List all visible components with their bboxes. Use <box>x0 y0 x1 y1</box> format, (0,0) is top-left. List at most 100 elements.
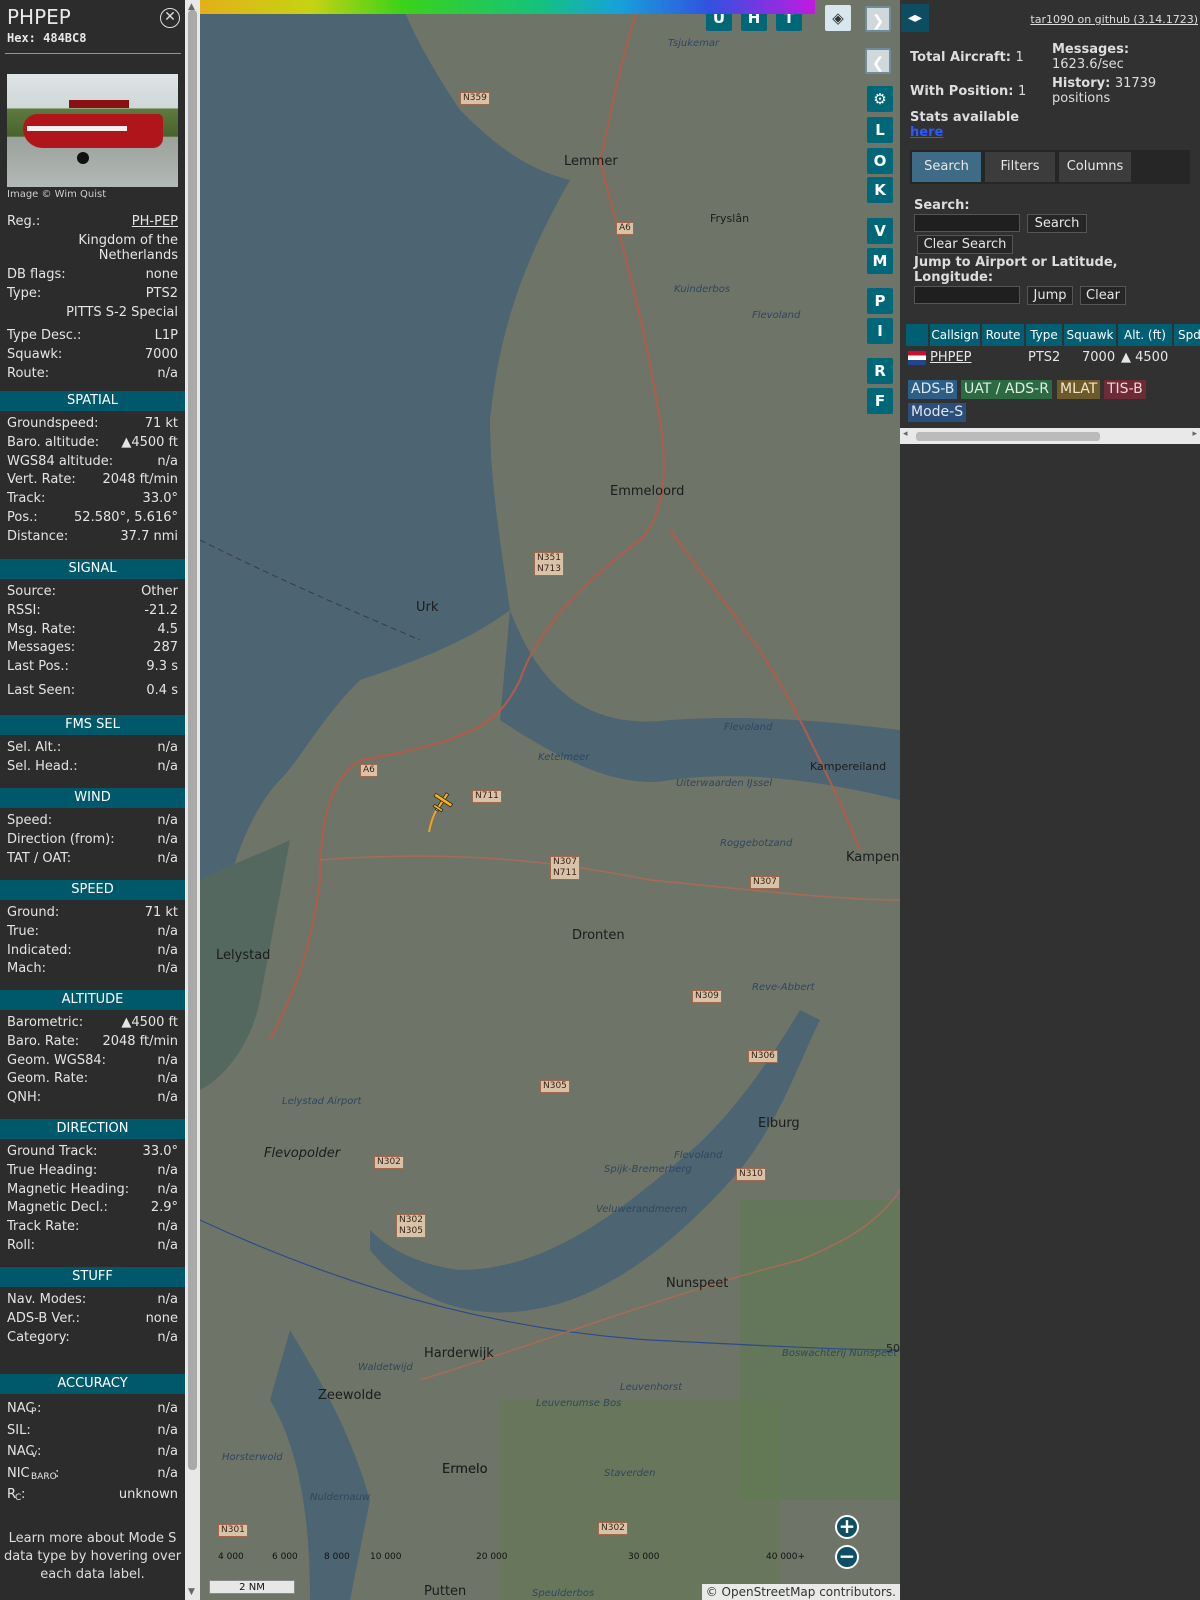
map-place-label: Reve-Abbert <box>752 982 815 993</box>
info-label[interactable]: TAT / OAT: <box>7 851 71 866</box>
aircraft-photo[interactable] <box>7 74 178 187</box>
info-label[interactable]: Magnetic Heading: <box>7 1182 129 1197</box>
info-label[interactable]: SIL: <box>7 1423 31 1438</box>
info-label[interactable]: Baro. Rate: <box>7 1034 79 1049</box>
stats-link[interactable]: here <box>910 125 943 140</box>
chevron-right-icon[interactable]: ❯ <box>865 6 891 32</box>
road-sign: N711 <box>472 790 502 803</box>
map-button-m[interactable]: M <box>867 248 893 274</box>
section-spatial: SPATIAL <box>0 391 185 411</box>
tab-filters[interactable]: Filters <box>985 152 1055 182</box>
info-label[interactable]: Last Seen: <box>7 683 75 698</box>
info-label[interactable]: Last Pos.: <box>7 659 69 674</box>
info-row-signal: Msg. Rate: 4.5 <box>7 622 178 640</box>
map-button-f[interactable]: F <box>867 388 893 414</box>
info-value: 52.580°, 5.616° <box>74 510 178 525</box>
info-label[interactable]: Magnetic Decl.: <box>7 1200 108 1215</box>
row-callsign[interactable]: PHPEP <box>930 348 972 368</box>
info-label[interactable]: Messages: <box>7 640 75 655</box>
jump-button[interactable]: Jump <box>1027 286 1073 305</box>
info-label[interactable]: Geom. WGS84: <box>7 1053 106 1068</box>
scrollbar-thumb[interactable] <box>188 10 197 1470</box>
info-label[interactable]: Nav. Modes: <box>7 1292 86 1307</box>
scroll-left-icon[interactable]: ◂ <box>903 429 908 439</box>
info-label[interactable]: Distance: <box>7 529 68 544</box>
info-label[interactable]: Ground Track: <box>7 1144 97 1159</box>
settings-gear-icon[interactable]: ⚙ <box>867 86 893 112</box>
info-value: n/a <box>157 1071 178 1087</box>
aircraft-marker-icon[interactable] <box>430 790 454 814</box>
map-button-l[interactable]: L <box>867 117 893 143</box>
info-label[interactable]: Ground: <box>7 905 59 920</box>
info-label[interactable]: Pos.: <box>7 510 38 525</box>
info-label[interactable]: Sel. Alt.: <box>7 740 61 755</box>
info-label[interactable]: Category: <box>7 1330 70 1345</box>
close-icon[interactable]: ✕ <box>160 8 180 28</box>
info-label[interactable]: RSSI: <box>7 603 41 618</box>
hscroll-thumb[interactable] <box>916 432 1100 441</box>
info-label[interactable]: ADS-B Ver.: <box>7 1311 80 1326</box>
table-header-type[interactable]: Type <box>1026 324 1062 346</box>
map-button-v[interactable]: V <box>867 218 893 244</box>
map-button-i[interactable]: I <box>867 318 893 344</box>
expand-panel-icon[interactable]: ◂▸ <box>901 4 929 32</box>
info-label[interactable]: Groundspeed: <box>7 416 98 431</box>
layers-icon[interactable]: ◈ <box>825 5 851 31</box>
info-label[interactable]: True Heading: <box>7 1163 97 1178</box>
search-button[interactable]: Search <box>1027 214 1087 233</box>
map-place-label: Lemmer <box>564 154 618 169</box>
map-button-r[interactable]: R <box>867 358 893 384</box>
info-label[interactable]: Baro. altitude: <box>7 435 99 450</box>
info-label[interactable]: Sel. Head.: <box>7 759 78 774</box>
info-label[interactable]: Barometric: <box>7 1015 83 1030</box>
range-ring-label: 50 <box>886 1342 900 1355</box>
zoom-in-button[interactable]: + <box>835 1515 859 1539</box>
info-row-fms: Sel. Alt.: n/a <box>7 740 178 758</box>
map-button-p[interactable]: P <box>867 288 893 314</box>
jump-input[interactable] <box>914 286 1020 304</box>
info-label[interactable]: Track: <box>7 491 45 506</box>
info-label[interactable]: NIC <box>7 1466 30 1481</box>
info-label[interactable]: Track Rate: <box>7 1219 79 1234</box>
info-value: n/a <box>157 813 178 828</box>
info-label[interactable]: Source: <box>7 584 56 599</box>
info-label[interactable]: Roll: <box>7 1238 35 1253</box>
info-label[interactable]: WGS84 altitude: <box>7 454 113 469</box>
tab-columns[interactable]: Columns <box>1059 152 1131 182</box>
info-label[interactable]: Vert. Rate: <box>7 472 76 487</box>
scroll-down-icon[interactable]: ▼ <box>188 1587 195 1597</box>
table-header-callsign[interactable]: Callsign <box>930 324 980 346</box>
sidebar-scrollbar[interactable]: ▲ ▼ <box>185 0 200 1600</box>
table-header-speed[interactable]: Spd <box>1174 324 1200 346</box>
map-button-k[interactable]: K <box>867 177 893 203</box>
table-header-altitude[interactable]: Alt. (ft) <box>1118 324 1172 346</box>
table-header-route[interactable]: Route <box>982 324 1024 346</box>
map-view[interactable]: en omgevingTsjukemarLemmerFryslânKuinder… <box>200 0 900 1600</box>
info-label[interactable]: Mach: <box>7 961 46 976</box>
table-header-flag[interactable] <box>906 324 928 346</box>
info-label[interactable]: Direction (from): <box>7 832 115 847</box>
info-label[interactable]: True: <box>7 924 39 939</box>
clear-button[interactable]: Clear <box>1080 286 1126 305</box>
info-value: n/a <box>157 1219 178 1235</box>
clear-search-button[interactable]: Clear Search <box>917 235 1013 254</box>
map-button-o[interactable]: O <box>867 148 893 174</box>
info-label[interactable]: Msg. Rate: <box>7 622 76 637</box>
info-label[interactable]: QNH: <box>7 1090 41 1105</box>
search-input[interactable] <box>914 214 1020 232</box>
scroll-right-icon[interactable]: ▸ <box>1192 429 1197 439</box>
github-link[interactable]: tar1090 on github (3.14.1723) <box>1030 13 1198 26</box>
table-horizontal-scrollbar[interactable]: ◂ ▸ <box>900 428 1200 444</box>
badge-mlat: MLAT <box>1057 380 1101 399</box>
map-attribution[interactable]: © OpenStreetMap contributors. <box>701 1584 900 1600</box>
info-label[interactable]: Speed: <box>7 813 52 828</box>
chevron-left-icon[interactable]: ❮ <box>865 48 891 74</box>
tab-search[interactable]: Search <box>912 152 981 182</box>
info-label[interactable]: Indicated: <box>7 943 72 958</box>
info-row-accuracy: NIC BARO: n/a <box>7 1465 178 1482</box>
zoom-out-button[interactable]: − <box>835 1545 859 1569</box>
info-row-direction: Track Rate: n/a <box>7 1219 178 1237</box>
info-label[interactable]: Geom. Rate: <box>7 1071 88 1086</box>
table-header-squawk[interactable]: Squawk <box>1064 324 1116 346</box>
registration-link[interactable]: PH-PEP <box>132 214 178 229</box>
